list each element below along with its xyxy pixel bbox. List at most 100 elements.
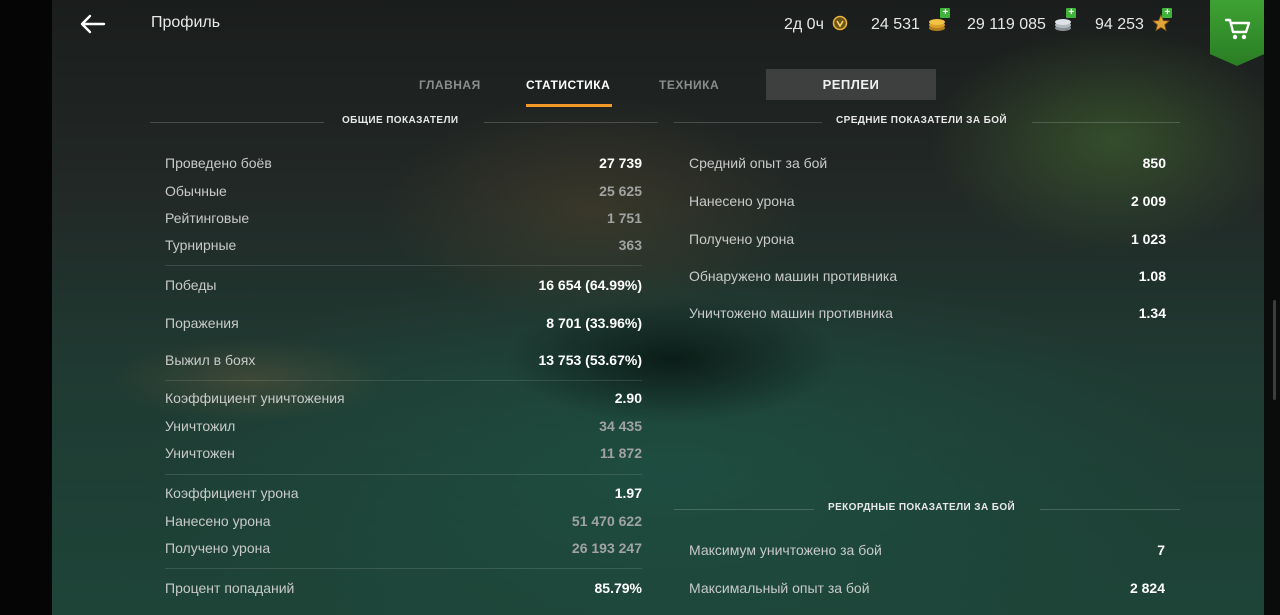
general-stats-title: ОБЩИЕ ПОКАЗАТЕЛИ [342, 115, 459, 126]
stat-value: 8 701 (33.96%) [546, 315, 642, 331]
group-divider [165, 474, 642, 475]
stat-value: 1 023 [1130, 231, 1166, 247]
tab-main[interactable]: ГЛАВНАЯ [419, 78, 481, 92]
add-gold-plus-icon[interactable]: + [940, 8, 951, 18]
average-stats-title: СРЕДНИЕ ПОКАЗАТЕЛИ ЗА БОЙ [836, 115, 1008, 126]
arrow-left-icon [80, 14, 106, 34]
stat-row-kill-ratio: Коэффициент уничтожения 2.90 [165, 390, 642, 408]
stat-label: Уничтожено машин противника [689, 305, 893, 321]
stat-label: Победы [165, 277, 217, 293]
stat-value: 2 009 [1130, 193, 1166, 209]
stat-row-battles: Проведено боёв 27 739 [165, 155, 642, 173]
premium-badge-icon [832, 14, 848, 37]
stat-value: 1.34 [1138, 305, 1166, 321]
stat-value: 34 435 [599, 418, 642, 434]
stat-label: Турнирные [165, 237, 237, 253]
heading-divider [484, 122, 658, 123]
stat-row-was-destroyed: Уничтожен 11 872 [165, 445, 642, 463]
stat-value: 13 753 (53.67%) [538, 352, 642, 368]
system-left-bar [0, 0, 52, 615]
gold-coins-icon: + [928, 8, 951, 37]
stat-row-destroyed: Уничтожил 34 435 [165, 418, 642, 436]
heading-divider [1032, 122, 1180, 123]
stat-label: Обычные [165, 183, 227, 199]
stat-row-hit-rate: Процент попаданий 85.79% [165, 580, 642, 598]
heading-divider [1040, 509, 1180, 510]
stat-row-losses: Поражения 8 701 (33.96%) [165, 315, 642, 333]
tab-vehicles[interactable]: ТЕХНИКА [659, 78, 719, 92]
convert-xp-plus-icon[interactable]: + [1162, 8, 1173, 18]
back-button[interactable] [78, 10, 110, 38]
scrollbar-thumb[interactable] [1273, 300, 1276, 400]
shop-button[interactable] [1210, 0, 1264, 66]
stat-value: 25 625 [599, 183, 642, 199]
stat-row-damage-dealt: Нанесено урона 51 470 622 [165, 513, 642, 531]
stat-label: Коэффициент урона [165, 485, 299, 501]
stat-value: 1.97 [614, 485, 642, 501]
silver-coins-icon: + [1054, 8, 1077, 37]
stat-value: 363 [618, 237, 642, 253]
stat-label: Нанесено урона [689, 193, 795, 209]
stat-label: Выжил в боях [165, 352, 256, 368]
stat-value: 11 872 [599, 445, 642, 461]
stat-label: Получено урона [689, 231, 795, 247]
stat-label: Коэффициент уничтожения [165, 390, 345, 406]
active-tab-indicator [526, 104, 612, 107]
free-xp-balance[interactable]: 94 253 + [1095, 8, 1173, 37]
stat-label: Уничтожен [165, 445, 235, 461]
avg-row-spotted: Обнаружено машин противника 1.08 [689, 268, 1166, 286]
stat-label: Уничтожил [165, 418, 236, 434]
stat-label: Процент попаданий [165, 580, 295, 596]
shopping-cart-icon [1225, 18, 1251, 40]
stat-label: Нанесено урона [165, 513, 271, 529]
stat-value: 1 751 [606, 210, 642, 226]
page-title: Профиль [151, 14, 221, 31]
avg-row-destroyed: Уничтожено машин противника 1.34 [689, 305, 1166, 323]
stat-value: 2.90 [614, 390, 642, 406]
record-stats-title: РЕКОРДНЫЕ ПОКАЗАТЕЛИ ЗА БОЙ [828, 502, 1016, 513]
stat-value: 51 470 622 [571, 513, 642, 529]
profile-tabs: ГЛАВНАЯ СТАТИСТИКА ТЕХНИКА РЕПЛЕИ [52, 68, 1264, 108]
stat-label: Рейтинговые [165, 210, 250, 226]
stat-row-wins: Победы 16 654 (64.99%) [165, 277, 642, 295]
stat-row-rated: Рейтинговые 1 751 [165, 210, 642, 228]
gold-balance[interactable]: 24 531 + [871, 8, 951, 37]
credits-value: 29 119 085 [967, 16, 1046, 33]
tab-statistics[interactable]: СТАТИСТИКА [526, 78, 610, 92]
stat-value: 850 [1142, 155, 1166, 171]
stat-value: 16 654 (64.99%) [538, 277, 642, 293]
stat-row-regular: Обычные 25 625 [165, 183, 642, 201]
stat-label: Обнаружено машин противника [689, 268, 898, 284]
stat-value: 1.08 [1138, 268, 1166, 284]
avg-row-damage-received: Получено урона 1 023 [689, 231, 1166, 249]
credits-balance[interactable]: 29 119 085 + [967, 8, 1077, 37]
stat-value: 85.79% [594, 580, 642, 596]
average-stats-heading: СРЕДНИЕ ПОКАЗАТЕЛИ ЗА БОЙ [674, 115, 1180, 129]
free-xp-value: 94 253 [1095, 16, 1144, 33]
stat-row-damage-ratio: Коэффициент урона 1.97 [165, 485, 642, 503]
stat-label: Проведено боёв [165, 155, 272, 171]
stat-value: 26 193 247 [571, 540, 642, 556]
stat-row-tournament: Турнирные 363 [165, 237, 642, 255]
gold-value: 24 531 [871, 16, 920, 33]
premium-account-timer[interactable]: 2д 0ч [784, 14, 848, 37]
tab-replays[interactable]: РЕПЛЕИ [766, 69, 936, 100]
exchange-credits-plus-icon[interactable]: + [1066, 8, 1077, 18]
stat-label: Средний опыт за бой [689, 155, 828, 171]
heading-divider [674, 122, 822, 123]
stat-value: 7 [1157, 542, 1165, 558]
general-stats-heading: ОБЩИЕ ПОКАЗАТЕЛИ [150, 115, 658, 129]
stat-row-damage-received: Получено урона 26 193 247 [165, 540, 642, 558]
stat-label: Максимум уничтожено за бой [689, 542, 882, 558]
free-xp-star-icon: + [1152, 8, 1173, 37]
scrollbar-track[interactable] [1264, 0, 1280, 615]
stat-row-survived: Выжил в боях 13 753 (53.67%) [165, 352, 642, 370]
record-stats-heading: РЕКОРДНЫЕ ПОКАЗАТЕЛИ ЗА БОЙ [674, 502, 1180, 516]
group-divider [165, 265, 642, 266]
avg-row-damage-dealt: Нанесено урона 2 009 [689, 193, 1166, 211]
stat-label: Максимальный опыт за бой [689, 580, 870, 596]
premium-time-value: 2д 0ч [784, 16, 824, 33]
group-divider [165, 380, 642, 381]
heading-divider [674, 509, 814, 510]
top-bar: Профиль 2д 0ч 24 531 + 29 119 085 + 94 2… [52, 0, 1264, 66]
